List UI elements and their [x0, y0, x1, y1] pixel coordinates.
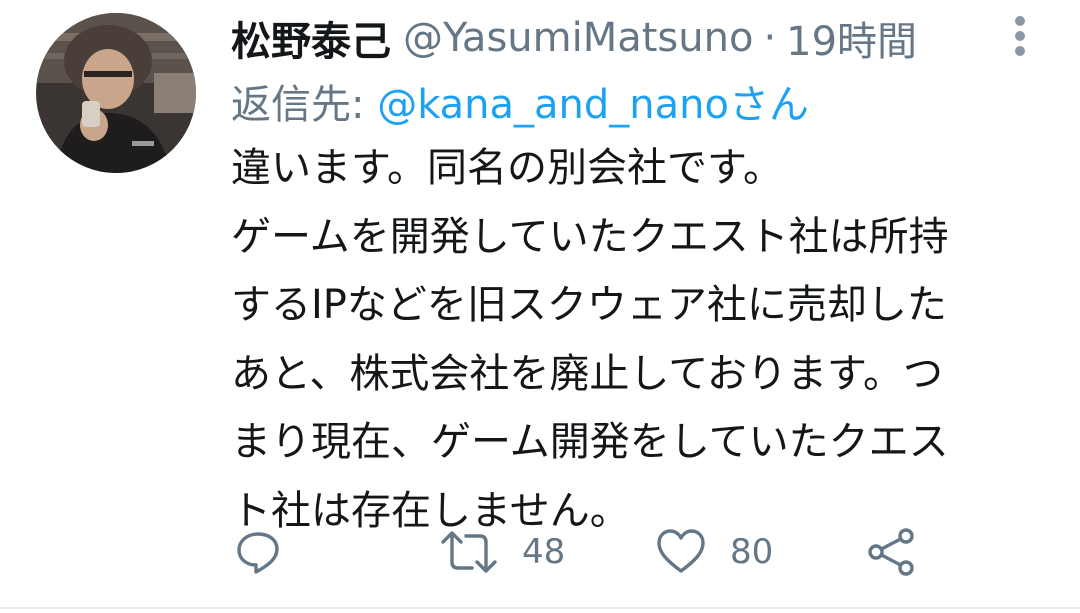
divider — [0, 607, 1080, 609]
share-button[interactable] — [866, 520, 916, 584]
like-count: 80 — [730, 532, 774, 572]
reply-to-line: 返信先: @kana_and_nanoさん — [231, 72, 809, 130]
header-separator: · — [763, 15, 777, 61]
tweet-body-line: まり現在、ゲーム開発をしていたクエス — [231, 419, 949, 465]
display-name[interactable]: 松野泰己 — [231, 9, 391, 67]
tweet-body-line: するIPなどを旧スクウェア社に売却した — [231, 282, 947, 328]
tweet-body: 違います。同名の別会社です。 ゲームを開発していたクエスト社は所持 するIPなど… — [231, 134, 1041, 545]
retweet-icon — [440, 528, 498, 576]
tweet-body-line: あと、株式会社を廃止しております。つ — [231, 350, 943, 397]
reply-icon — [234, 528, 282, 576]
heart-icon — [656, 528, 706, 576]
avatar[interactable] — [36, 13, 196, 173]
tweet-actions: 48 80 — [0, 520, 1080, 584]
retweet-button[interactable]: 48 — [440, 520, 565, 584]
more-vertical-icon[interactable] — [1000, 14, 1040, 58]
tweet-body-line: ゲームを開発していたクエスト社は所持 — [231, 213, 949, 260]
reply-mention-link[interactable]: @kana_and_nanoさん — [377, 82, 809, 128]
tweet-header: 松野泰己 @YasumiMatsuno · 19時間 — [231, 10, 917, 66]
reply-prefix: 返信先: — [231, 82, 378, 128]
tweet-time[interactable]: 19時間 — [786, 9, 917, 67]
like-button[interactable]: 80 — [656, 520, 773, 584]
share-icon — [866, 527, 916, 577]
reply-suffix[interactable]: さん — [729, 82, 809, 128]
tweet-body-line: 違います。同名の別会社です。 — [231, 145, 783, 191]
reply-mention[interactable]: @kana_and_nano — [377, 82, 729, 128]
tweet[interactable]: 松野泰己 @YasumiMatsuno · 19時間 返信先: @kana_an… — [0, 0, 1080, 613]
retweet-count: 48 — [522, 532, 566, 572]
reply-button[interactable] — [234, 520, 282, 584]
user-handle[interactable]: @YasumiMatsuno — [403, 15, 753, 61]
